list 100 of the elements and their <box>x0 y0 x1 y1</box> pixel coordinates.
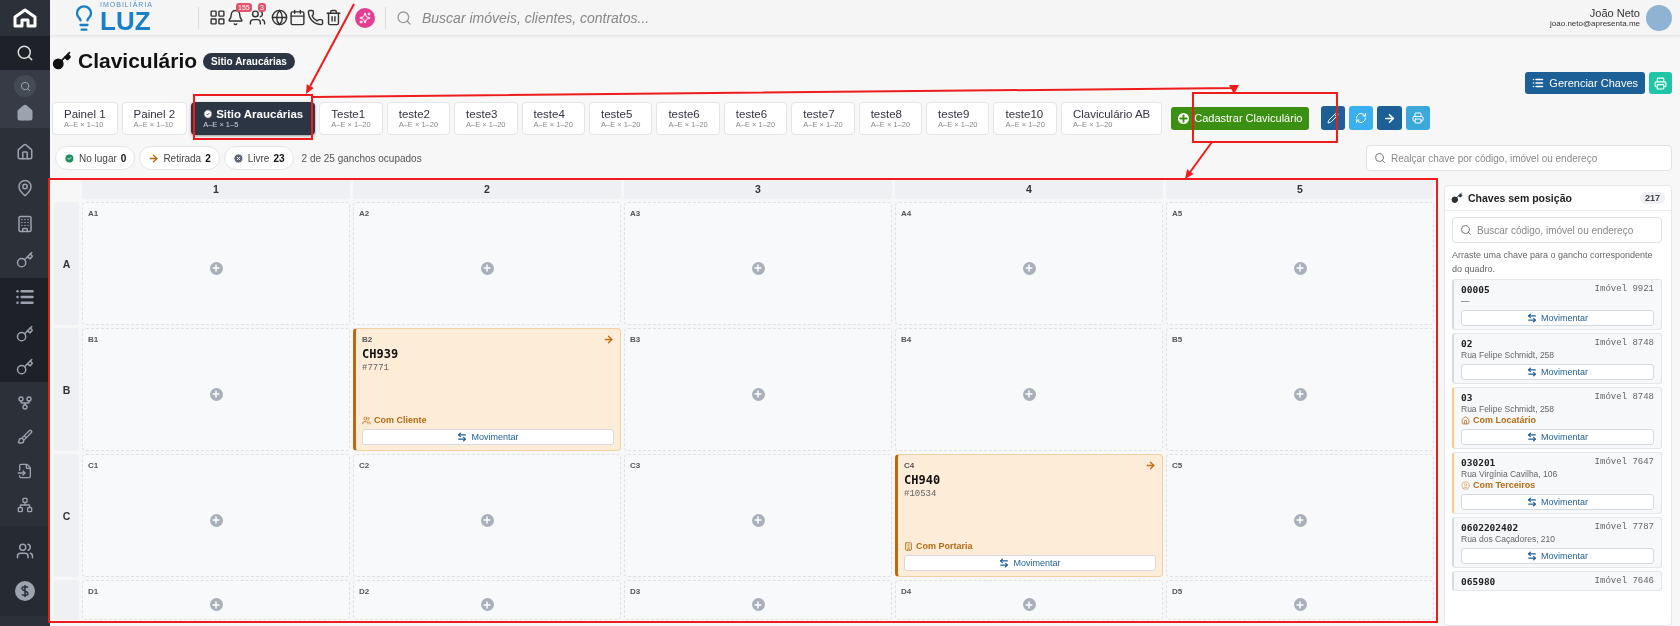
calendar-icon[interactable] <box>289 8 307 27</box>
empty-slot[interactable]: A1 <box>82 202 350 325</box>
empty-slot[interactable]: A4 <box>895 202 1163 325</box>
empty-slot[interactable]: D2 <box>353 580 621 620</box>
empty-slot[interactable]: D3 <box>624 580 892 620</box>
key-card[interactable]: 03 Imóvel 8748 Rua Felipe Schmidt, 258 Com Locatário Movimentar <box>1452 387 1662 449</box>
empty-slot[interactable]: B5 <box>1166 328 1434 451</box>
empty-slot[interactable]: C3 <box>624 454 892 577</box>
status-filter[interactable]: No lugar 0 <box>55 146 136 170</box>
plus-circle-icon[interactable] <box>751 513 765 527</box>
slot-code: B5 <box>1172 335 1184 344</box>
plus-circle-icon[interactable] <box>480 598 494 611</box>
refresh-icon <box>1355 112 1368 124</box>
move-button[interactable]: Movimentar <box>362 429 614 445</box>
people-icon[interactable] <box>249 8 267 27</box>
property-number: Imóvel 7787 <box>1594 522 1654 533</box>
key-code: 00005 <box>1461 284 1490 295</box>
key-card[interactable]: 02 Imóvel 8748 Rua Felipe Schmidt, 258 Movimentar <box>1452 333 1662 384</box>
empty-slot[interactable]: A3 <box>624 202 892 325</box>
plus-circle-icon[interactable] <box>1293 598 1307 611</box>
move-button[interactable]: Movimentar <box>1461 548 1654 564</box>
key-card[interactable]: 030201 Imóvel 7647 Rua Virgínia Cavilha, 106 Com Terceiros Movimentar <box>1452 452 1662 514</box>
occupancy-text: 2 de 25 ganchos ocupados <box>301 152 422 164</box>
slot-code: C4 <box>904 461 915 470</box>
move-button[interactable]: Movimentar <box>1461 494 1654 510</box>
property-number: Imóvel 7647 <box>1594 457 1654 468</box>
empty-slot[interactable]: B3 <box>624 328 892 451</box>
phone-icon[interactable] <box>307 8 325 27</box>
globe-icon[interactable] <box>271 8 289 27</box>
highlight-search-field[interactable]: Realçar chave por código, imóvel ou endereço <box>1366 145 1672 171</box>
key-slot-card[interactable]: B2 CH939 #7771 Com Cliente Movimentar <box>353 328 621 451</box>
key-slot-card[interactable]: C4 CH940 #10534 Com Portaria Movimentar <box>895 454 1163 577</box>
plus-circle-icon[interactable] <box>751 387 765 401</box>
column-header: 1 <box>82 178 350 199</box>
empty-slot[interactable]: A2 <box>353 202 621 325</box>
key-card[interactable]: 00005 Imóvel 9921 — Movimentar <box>1452 279 1662 330</box>
logo-text: LUZ <box>100 8 151 34</box>
plus-circle-icon[interactable] <box>209 598 223 611</box>
plus-circle-icon[interactable] <box>1022 387 1036 401</box>
status-filter[interactable]: Livre 23 <box>223 146 294 170</box>
plus-circle-icon[interactable] <box>209 513 223 527</box>
move-button[interactable]: Movimentar <box>1461 310 1654 326</box>
global-search-field[interactable]: Buscar imóveis, clientes, contratos... <box>420 8 720 27</box>
plus-circle-icon[interactable] <box>480 261 494 275</box>
key-search-field[interactable]: Buscar código, imóvel ou endereço <box>1452 217 1662 243</box>
key-code: 02 <box>1461 338 1473 349</box>
people-icon <box>362 415 371 425</box>
swap-arrows-icon <box>1527 432 1537 442</box>
create-board-button[interactable]: Cadastrar Claviculário <box>1171 106 1310 130</box>
empty-slot[interactable]: B4 <box>895 328 1163 451</box>
move-button[interactable]: Movimentar <box>1461 364 1654 380</box>
empty-slot[interactable]: C2 <box>353 454 621 577</box>
key-card[interactable]: 065980 Imóvel 7646 <box>1452 571 1662 591</box>
move-button[interactable]: Movimentar <box>904 555 1156 571</box>
sparkle-icon[interactable] <box>355 7 375 28</box>
empty-slot[interactable]: C5 <box>1166 454 1434 577</box>
plus-circle-icon[interactable] <box>480 513 494 527</box>
plus-circle-icon[interactable] <box>751 261 765 275</box>
status-filter[interactable]: Retirada 2 <box>139 146 220 170</box>
x-circle-icon <box>232 152 244 164</box>
avatar[interactable] <box>1646 4 1672 31</box>
empty-slot[interactable]: C1 <box>82 454 350 577</box>
empty-slot[interactable]: B1 <box>82 328 350 451</box>
key-address: — <box>1461 296 1471 306</box>
edit-button[interactable] <box>1321 106 1346 130</box>
manage-keys-button[interactable]: Gerenciar Chaves <box>1525 72 1645 94</box>
empty-slot[interactable]: D4 <box>895 580 1163 620</box>
key-code: CH940 <box>904 473 942 487</box>
plus-circle-icon[interactable] <box>209 387 223 401</box>
slot-code: D4 <box>901 587 913 596</box>
grid-icon[interactable] <box>209 8 227 27</box>
arrow-right-button[interactable] <box>1377 106 1403 130</box>
empty-slot[interactable]: D5 <box>1166 580 1434 620</box>
house-icon <box>1461 415 1470 425</box>
key-status: Com Terceiros <box>1461 480 1654 490</box>
plus-circle-icon[interactable] <box>209 261 223 275</box>
empty-slot[interactable]: A5 <box>1166 202 1434 325</box>
plus-circle-icon[interactable] <box>1293 513 1307 527</box>
bell-icon[interactable] <box>227 8 245 27</box>
swap-arrows-icon <box>999 558 1010 568</box>
plus-circle-icon[interactable] <box>1293 387 1307 401</box>
printer-icon <box>1654 76 1667 90</box>
plus-circle-icon[interactable] <box>1293 261 1307 275</box>
key-code: 03 <box>1461 392 1473 403</box>
key-address: Rua Felipe Schmidt, 258 <box>1461 404 1556 414</box>
slot-code: D1 <box>88 587 100 596</box>
filter-count: 23 <box>273 152 285 164</box>
empty-slot[interactable]: D1 <box>82 580 350 620</box>
trash-icon[interactable] <box>325 8 343 27</box>
plus-circle-icon[interactable] <box>1022 261 1036 275</box>
plus-circle-icon[interactable] <box>1022 598 1036 611</box>
key-card[interactable]: 0602202402 Imóvel 7787 Rua dos Caçadores, 210 Movimentar <box>1452 517 1662 568</box>
print-button[interactable] <box>1649 72 1672 94</box>
key-status: Com Portaria <box>904 541 1156 551</box>
column-header: 4 <box>895 178 1163 199</box>
plus-circle-icon[interactable] <box>751 598 765 611</box>
key-address: Rua dos Caçadores, 210 <box>1461 534 1557 544</box>
drag-hint: Arraste uma chave para o gancho correspondente do quadro. <box>1452 249 1654 276</box>
move-button[interactable]: Movimentar <box>1461 429 1654 445</box>
panel-title: Chaves sem posição <box>1468 192 1572 204</box>
